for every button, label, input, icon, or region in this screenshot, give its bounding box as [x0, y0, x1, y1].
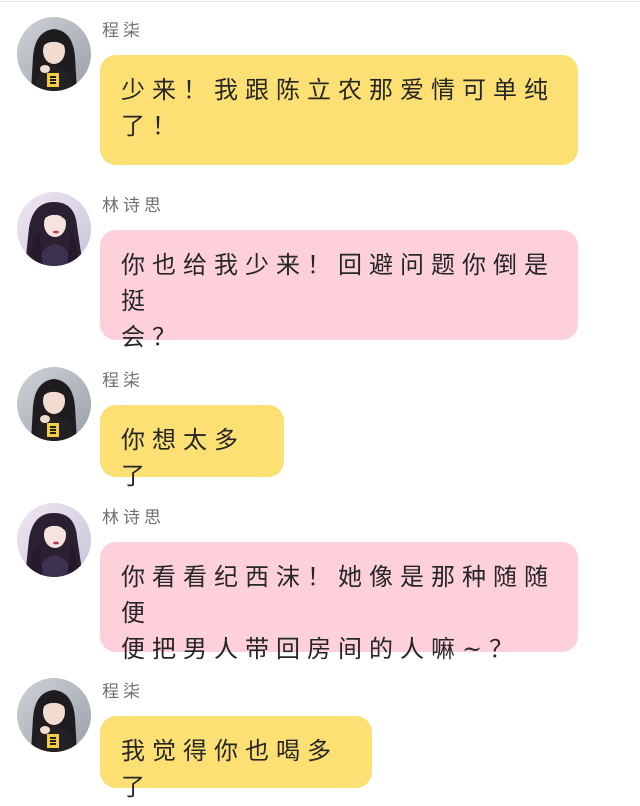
avatar-image [17, 17, 91, 91]
message-bubble[interactable]: 我觉得你也喝多了 [100, 716, 372, 801]
message-bubble[interactable]: 你想太多了 [100, 405, 284, 490]
avatar[interactable] [17, 192, 91, 266]
avatar-image [17, 192, 91, 266]
avatar[interactable] [17, 367, 91, 441]
sender-name: 程柒 [102, 682, 144, 702]
message-bubble[interactable]: 少来！我跟陈立农那爱情可单纯 了！ [100, 55, 578, 165]
avatar-image [17, 678, 91, 752]
avatar-image [17, 503, 91, 577]
sender-name: 程柒 [102, 371, 144, 391]
message-bubble[interactable]: 你也给我少来！回避问题你倒是挺 会？ [100, 230, 578, 351]
avatar[interactable] [17, 503, 91, 577]
message-bubble[interactable]: 你看看纪西沫！她像是那种随随便 便把男人带回房间的人嘛~？ [100, 542, 578, 663]
avatar[interactable] [17, 678, 91, 752]
sender-name: 林诗思 [102, 196, 165, 216]
top-divider [0, 1, 640, 2]
avatar[interactable] [17, 17, 91, 91]
sender-name: 程柒 [102, 21, 144, 41]
sender-name: 林诗思 [102, 508, 165, 528]
avatar-image [17, 367, 91, 441]
